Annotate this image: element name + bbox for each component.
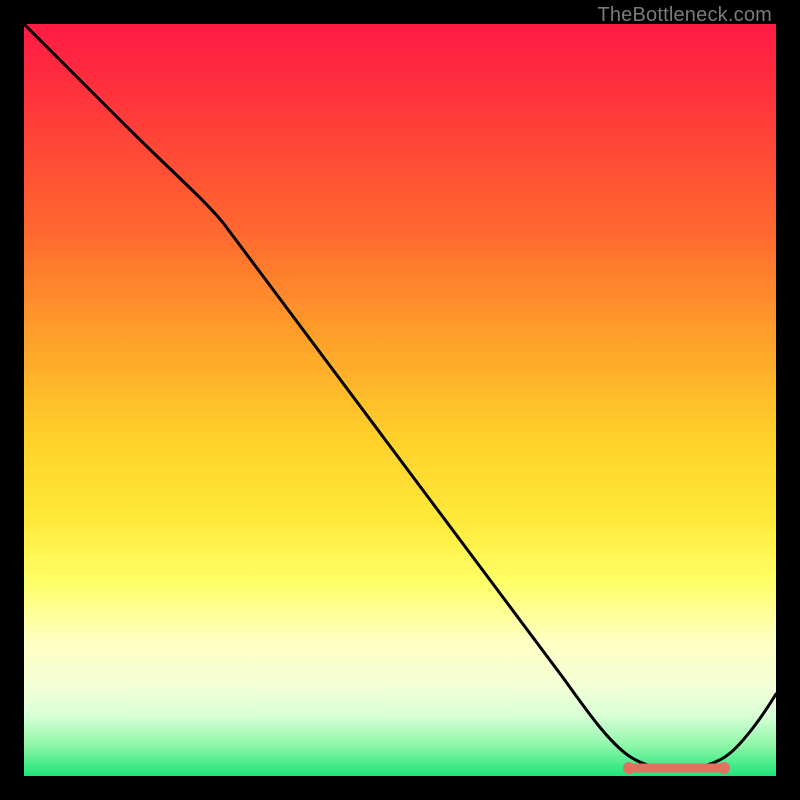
chart-frame <box>24 24 776 776</box>
bottleneck-curve <box>24 24 776 776</box>
curve-path <box>24 24 776 769</box>
attribution-text: TheBottleneck.com <box>597 4 772 27</box>
optimal-marker-end <box>718 762 730 774</box>
optimal-marker-start <box>623 762 635 774</box>
